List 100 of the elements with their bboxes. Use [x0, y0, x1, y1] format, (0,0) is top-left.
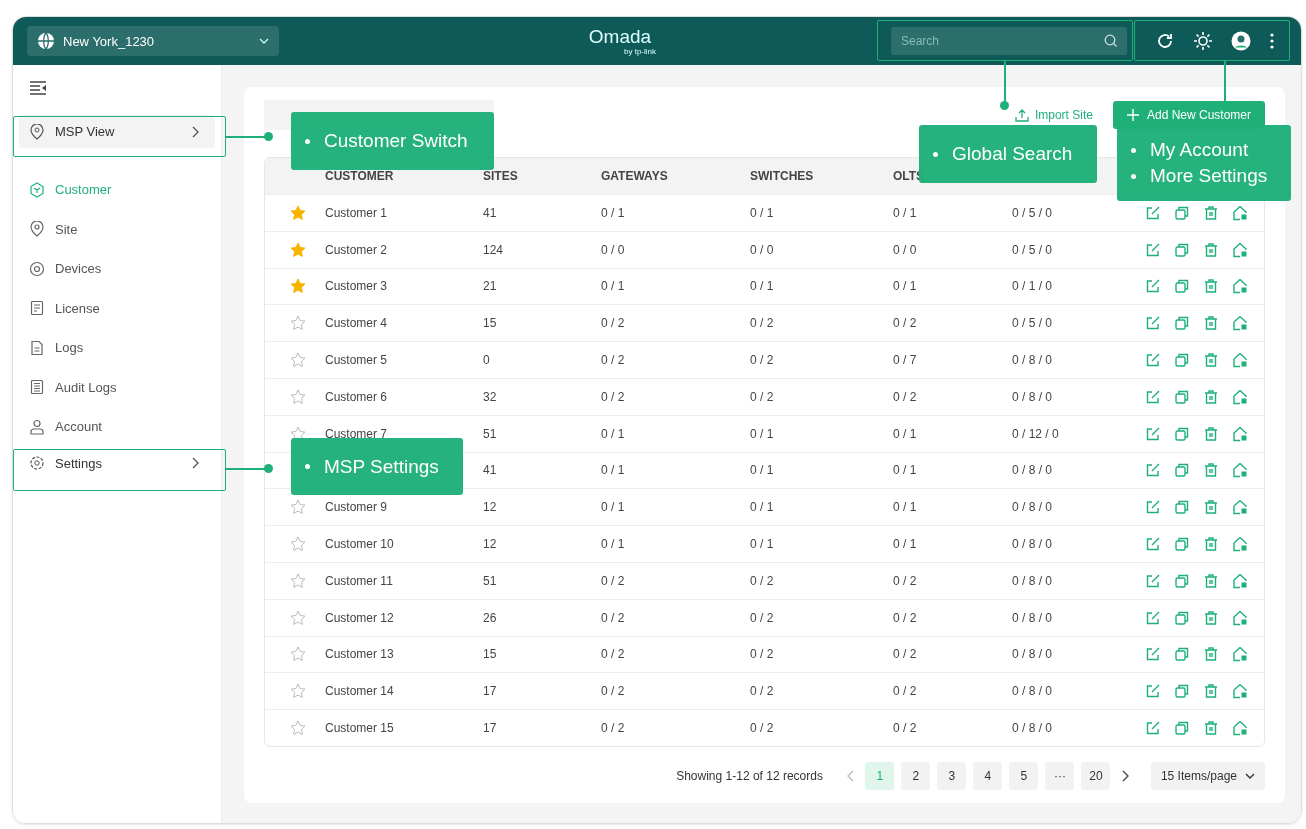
refresh-icon[interactable] [1155, 31, 1175, 51]
sidebar-item[interactable]: Site [13, 209, 221, 249]
edit-icon[interactable] [1145, 683, 1161, 700]
star-icon[interactable] [290, 241, 306, 258]
trash-icon[interactable] [1203, 720, 1219, 737]
star-icon[interactable] [290, 609, 306, 626]
edit-icon[interactable] [1145, 425, 1161, 442]
star-icon[interactable] [290, 536, 306, 553]
home-lock-icon[interactable] [1232, 315, 1248, 332]
copy-icon[interactable] [1174, 536, 1190, 553]
page-button[interactable]: 3 [937, 762, 967, 790]
edit-icon[interactable] [1145, 609, 1161, 626]
star-icon[interactable] [290, 572, 306, 589]
trash-icon[interactable] [1203, 241, 1219, 258]
edit-icon[interactable] [1145, 315, 1161, 332]
page-button[interactable]: 5 [1009, 762, 1039, 790]
page-size-dropdown[interactable]: 15 Items/page [1150, 762, 1265, 790]
table-cell-text: 0 / 2 [601, 389, 626, 404]
edit-icon[interactable] [1145, 572, 1161, 589]
edit-icon[interactable] [1145, 462, 1161, 479]
star-icon[interactable] [290, 646, 306, 663]
trash-icon[interactable] [1203, 278, 1219, 295]
home-lock-icon[interactable] [1232, 646, 1248, 663]
home-lock-icon[interactable] [1232, 683, 1248, 700]
edit-icon[interactable] [1145, 536, 1161, 553]
table-cell-text: 41 [483, 463, 498, 478]
home-lock-icon[interactable] [1232, 425, 1248, 442]
trash-icon[interactable] [1203, 646, 1219, 663]
star-icon[interactable] [290, 388, 306, 405]
trash-icon[interactable] [1203, 425, 1219, 442]
trash-icon[interactable] [1203, 683, 1219, 700]
page-button[interactable]: 2 [901, 762, 931, 790]
sidebar-item[interactable]: License [13, 288, 221, 328]
star-icon[interactable] [290, 683, 306, 700]
sidebar-item[interactable]: Logs [13, 328, 221, 368]
edit-icon[interactable] [1145, 278, 1161, 295]
home-lock-icon[interactable] [1232, 241, 1248, 258]
copy-icon[interactable] [1174, 499, 1190, 516]
copy-icon[interactable] [1174, 720, 1190, 737]
site-selector[interactable]: New York_1230 [27, 26, 279, 56]
trash-icon[interactable] [1203, 204, 1219, 221]
home-lock-icon[interactable] [1232, 499, 1248, 516]
edit-icon[interactable] [1145, 646, 1161, 663]
home-lock-icon[interactable] [1232, 388, 1248, 405]
copy-icon[interactable] [1174, 462, 1190, 479]
copy-icon[interactable] [1174, 609, 1190, 626]
trash-icon[interactable] [1203, 462, 1219, 479]
copy-icon[interactable] [1174, 315, 1190, 332]
sidebar-item[interactable]: Account [13, 407, 221, 447]
copy-icon[interactable] [1174, 241, 1190, 258]
edit-icon[interactable] [1145, 241, 1161, 258]
home-lock-icon[interactable] [1232, 572, 1248, 589]
home-lock-icon[interactable] [1232, 536, 1248, 553]
copy-icon[interactable] [1174, 683, 1190, 700]
edit-icon[interactable] [1145, 352, 1161, 369]
chevron-left-icon[interactable] [846, 770, 855, 782]
copy-icon[interactable] [1174, 204, 1190, 221]
msp-view-switch[interactable]: MSP View [19, 115, 215, 148]
copy-icon[interactable] [1174, 352, 1190, 369]
home-lock-icon[interactable] [1232, 204, 1248, 221]
edit-icon[interactable] [1145, 388, 1161, 405]
trash-icon[interactable] [1203, 388, 1219, 405]
avatar-icon[interactable] [1231, 31, 1251, 51]
home-lock-icon[interactable] [1232, 609, 1248, 626]
copy-icon[interactable] [1174, 425, 1190, 442]
collapse-menu-icon[interactable] [29, 81, 47, 95]
sidebar-item[interactable]: Devices [13, 249, 221, 289]
more-icon[interactable] [1269, 32, 1275, 50]
star-icon[interactable] [290, 352, 306, 369]
trash-icon[interactable] [1203, 499, 1219, 516]
home-lock-icon[interactable] [1232, 352, 1248, 369]
sidebar-item[interactable]: Audit Logs [13, 367, 221, 407]
edit-icon[interactable] [1145, 720, 1161, 737]
home-lock-icon[interactable] [1232, 720, 1248, 737]
trash-icon[interactable] [1203, 315, 1219, 332]
star-icon[interactable] [290, 204, 306, 221]
copy-icon[interactable] [1174, 388, 1190, 405]
table-cell-text: 0 / 1 [750, 279, 775, 294]
page-button[interactable]: ··· [1045, 762, 1075, 790]
copy-icon[interactable] [1174, 646, 1190, 663]
home-lock-icon[interactable] [1232, 278, 1248, 295]
edit-icon[interactable] [1145, 499, 1161, 516]
trash-icon[interactable] [1203, 536, 1219, 553]
star-icon[interactable] [290, 499, 306, 516]
table-cell-text: Customer 3 [325, 279, 389, 294]
global-search-field[interactable]: Search [891, 27, 1127, 55]
chevron-right-icon[interactable] [1120, 770, 1129, 782]
trash-icon[interactable] [1203, 609, 1219, 626]
page-button[interactable]: 4 [973, 762, 1003, 790]
star-icon[interactable] [290, 315, 306, 332]
star-icon[interactable] [290, 278, 306, 295]
copy-icon[interactable] [1174, 572, 1190, 589]
home-lock-icon[interactable] [1232, 462, 1248, 479]
star-icon[interactable] [290, 720, 306, 737]
sun-icon[interactable] [1193, 31, 1213, 51]
copy-icon[interactable] [1174, 278, 1190, 295]
trash-icon[interactable] [1203, 572, 1219, 589]
page-button[interactable]: 20 [1081, 762, 1111, 790]
trash-icon[interactable] [1203, 352, 1219, 369]
edit-icon[interactable] [1145, 204, 1161, 221]
